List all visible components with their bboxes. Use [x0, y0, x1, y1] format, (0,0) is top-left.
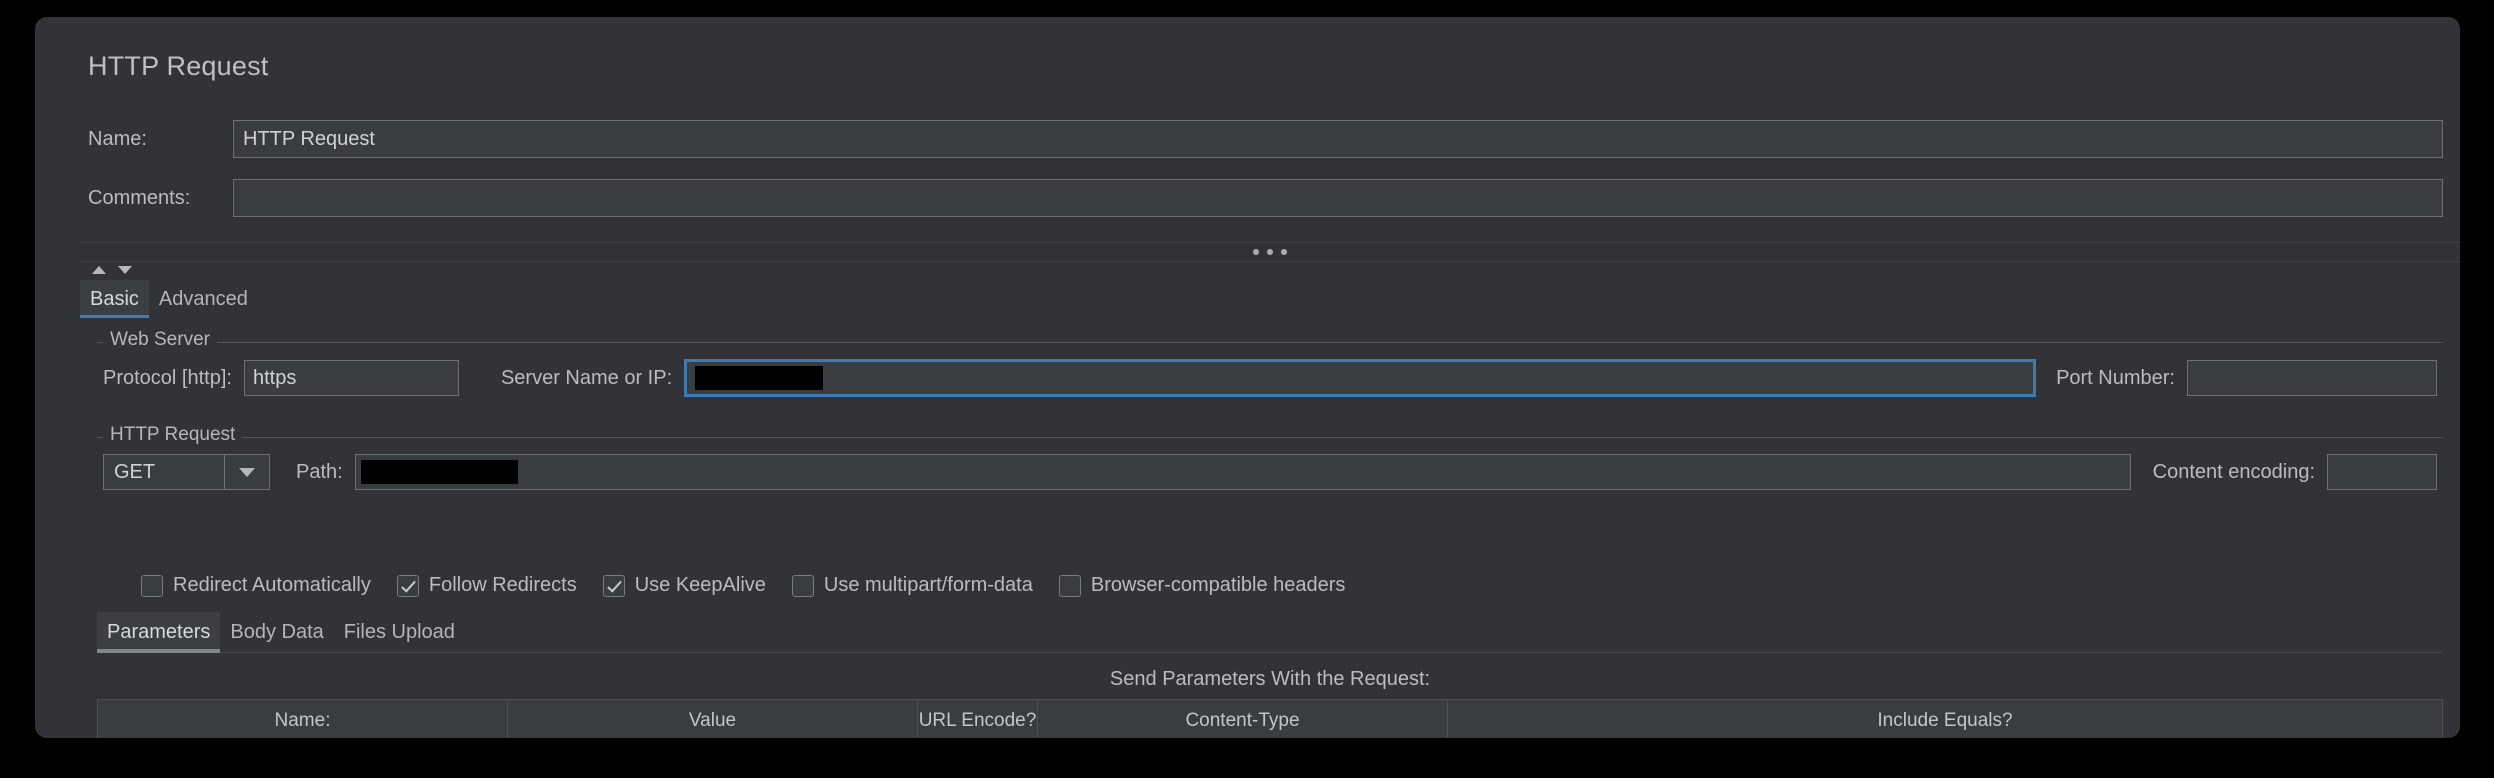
tab-advanced[interactable]: Advanced: [149, 280, 258, 318]
method-value: GET: [114, 460, 156, 483]
checkbox-box-use-multipart-form-data[interactable]: [791, 574, 814, 597]
web-server-group: Web Server Protocol [http]: https Server…: [97, 329, 2443, 415]
checkbox-box-redirect-automatically[interactable]: [141, 574, 163, 597]
triangle-down-icon[interactable]: [118, 266, 132, 274]
checkbox-box-browser-compatible-headers[interactable]: [1058, 574, 1081, 597]
path-redacted-value: [361, 460, 519, 484]
content-encoding-label: Content encoding:: [2152, 460, 2315, 483]
tab-parameters[interactable]: Parameters: [97, 612, 221, 653]
tab-parameters-underline: [97, 649, 221, 653]
comments-input[interactable]: [233, 179, 2443, 217]
send-parameters-caption: Send Parameters With the Request:: [1109, 668, 1431, 690]
server-name-input[interactable]: [684, 359, 2037, 397]
checkbox-box-use-keepalive[interactable]: [602, 574, 625, 597]
server-name-label: Server Name or IP:: [500, 366, 673, 389]
sub-tab-bar: Parameters Body Data Files Upload: [97, 612, 2443, 653]
content-encoding-input[interactable]: [2327, 454, 2437, 490]
panel-splitter[interactable]: [80, 242, 2460, 262]
tab-basic[interactable]: Basic: [80, 280, 149, 319]
tab-body-data[interactable]: Body Data: [220, 612, 333, 652]
tab-parameters-label: Parameters: [107, 620, 211, 643]
checkbox-use-keepalive[interactable]: Use KeepAlive: [602, 574, 766, 597]
port-number-label: Port Number:: [2056, 366, 2175, 389]
three-dots-icon: [1281, 249, 1287, 255]
triangle-up-icon[interactable]: [92, 266, 106, 274]
basic-tab-content: Web Server Protocol [http]: https Server…: [80, 318, 2460, 738]
column-header-content-type[interactable]: Content-Type: [1038, 700, 1448, 738]
tab-basic-label: Basic: [90, 287, 139, 310]
checkbox-label-redirect-automatically: Redirect Automatically: [173, 574, 371, 596]
server-name-redacted-value: [695, 366, 824, 390]
checkbox-use-multipart-form-data[interactable]: Use multipart/form-data: [791, 574, 1033, 597]
checkbox-label-use-multipart-form-data: Use multipart/form-data: [823, 574, 1033, 596]
checkbox-follow-redirects[interactable]: Follow Redirects: [396, 574, 577, 597]
checkbox-label-browser-compatible-headers: Browser-compatible headers: [1090, 574, 1346, 596]
column-header-url-encode[interactable]: URL Encode?: [918, 700, 1038, 738]
method-combobox[interactable]: GET: [103, 454, 270, 490]
http-request-panel: HTTP Request Name: HTTP Request Comments…: [35, 17, 2460, 738]
protocol-label: Protocol [http]:: [103, 366, 232, 389]
checkbox-browser-compatible-headers[interactable]: Browser-compatible headers: [1058, 574, 1346, 597]
port-number-input[interactable]: [2187, 360, 2437, 396]
checkbox-redirect-automatically[interactable]: Redirect Automatically: [141, 574, 371, 597]
name-label: Name:: [88, 127, 147, 150]
protocol-input[interactable]: https: [243, 360, 459, 396]
checkbox-label-use-keepalive: Use KeepAlive: [634, 574, 766, 596]
three-dots-icon: [1253, 249, 1259, 255]
web-server-row: Protocol [http]: https Server Name or IP…: [97, 359, 2443, 397]
column-header-name[interactable]: Name:: [98, 700, 508, 738]
tab-files-upload[interactable]: Files Upload: [334, 612, 465, 652]
screenshot-root: HTTP Request Name: HTTP Request Comments…: [0, 0, 2494, 778]
column-header-include-equals[interactable]: Include Equals?: [1448, 700, 2442, 738]
http-request-group-title: HTTP Request: [103, 424, 243, 446]
path-input[interactable]: /: [354, 454, 2131, 490]
tab-body-data-label: Body Data: [230, 620, 324, 643]
comments-label: Comments:: [88, 186, 191, 209]
collapse-arrows-row: [80, 260, 2460, 280]
parameters-table-header: Name: Value URL Encode? Content-Type Inc…: [97, 699, 2443, 738]
checkbox-label-follow-redirects: Follow Redirects: [428, 574, 577, 596]
path-label: Path:: [296, 460, 343, 483]
main-tab-bar: Basic Advanced: [80, 280, 2460, 319]
column-header-value[interactable]: Value: [508, 700, 918, 738]
checkbox-box-follow-redirects[interactable]: [396, 574, 419, 597]
tab-advanced-label: Advanced: [158, 287, 248, 310]
three-dots-icon: [1267, 249, 1273, 255]
request-options-row: Redirect Automatically Follow Redirects …: [97, 574, 2443, 597]
web-server-group-title: Web Server: [103, 329, 217, 351]
http-request-row: GET Path: / Content encoding:: [97, 454, 2443, 490]
name-row: Name: HTTP Request: [88, 120, 2443, 158]
chevron-down-icon[interactable]: [224, 455, 269, 489]
http-request-group: HTTP Request GET Path: / Content encodin…: [97, 424, 2443, 568]
name-input[interactable]: HTTP Request: [233, 120, 2443, 158]
comments-row: Comments:: [88, 179, 2443, 217]
tab-files-upload-label: Files Upload: [343, 620, 455, 643]
page-title: HTTP Request: [88, 51, 269, 81]
